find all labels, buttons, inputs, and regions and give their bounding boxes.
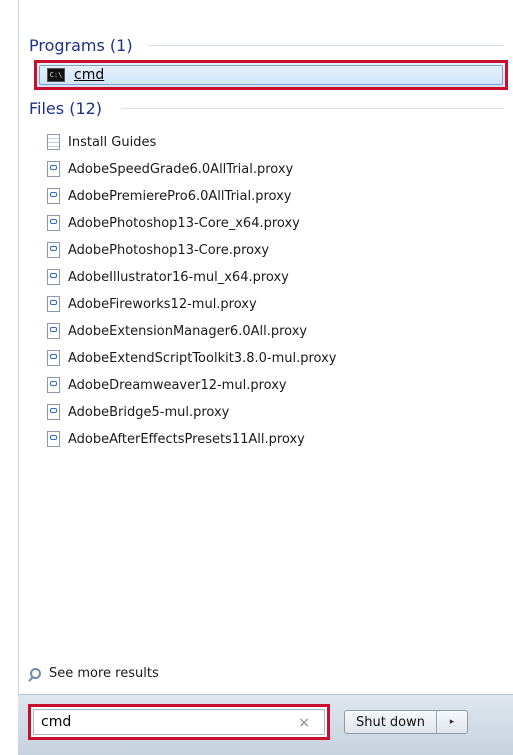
file-item[interactable]: AdobeExtensionManager6.0All.proxy bbox=[47, 320, 307, 342]
see-more-results-link[interactable]: See more results bbox=[30, 662, 159, 684]
file-item[interactable]: AdobeDreamweaver12-mul.proxy bbox=[47, 374, 287, 396]
file-item-label: Install Guides bbox=[68, 134, 157, 150]
file-item-label: AdobeExtensionManager6.0All.proxy bbox=[68, 323, 308, 339]
see-more-results-label: See more results bbox=[49, 665, 159, 681]
document-icon bbox=[47, 134, 60, 150]
shutdown-button-group: Shut down ▸ bbox=[344, 710, 468, 734]
search-icon bbox=[30, 667, 41, 679]
file-item[interactable]: AdobeIllustrator16-mul_x64.proxy bbox=[47, 266, 289, 288]
search-field: × bbox=[33, 709, 325, 735]
file-item-label: AdobeSpeedGrade6.0AllTrial.proxy bbox=[68, 161, 294, 177]
file-item-install-guides[interactable]: Install Guides bbox=[47, 131, 156, 153]
file-item-label: AdobeBridge5-mul.proxy bbox=[68, 404, 230, 420]
file-item[interactable]: AdobeExtendScriptToolkit3.8.0-mul.proxy bbox=[47, 347, 336, 369]
cmd-icon: C:\ bbox=[47, 68, 65, 82]
search-input[interactable] bbox=[34, 713, 283, 731]
file-item[interactable]: AdobeAfterEffectsPresets11All.proxy bbox=[47, 428, 305, 450]
proxy-file-icon bbox=[47, 323, 60, 339]
proxy-file-icon bbox=[47, 215, 60, 231]
program-item-highlight: C:\ cmd bbox=[39, 65, 503, 85]
file-item[interactable]: AdobePhotoshop13-Core.proxy bbox=[47, 239, 269, 261]
file-item-label: AdobeExtendScriptToolkit3.8.0-mul.proxy bbox=[68, 350, 337, 366]
proxy-file-icon bbox=[47, 377, 60, 393]
proxy-file-icon bbox=[47, 188, 60, 204]
programs-header: Programs (1) bbox=[29, 34, 504, 56]
file-item[interactable]: AdobeFireworks12-mul.proxy bbox=[47, 293, 257, 315]
proxy-file-icon bbox=[47, 431, 60, 447]
file-item-label: AdobePhotoshop13-Core_x64.proxy bbox=[68, 215, 300, 231]
file-item-label: AdobePremierePro6.0AllTrial.proxy bbox=[68, 188, 292, 204]
program-item-label: cmd bbox=[74, 67, 105, 83]
file-item-label: AdobeFireworks12-mul.proxy bbox=[68, 296, 257, 312]
file-item[interactable]: AdobeBridge5-mul.proxy bbox=[47, 401, 229, 423]
file-item[interactable]: AdobePhotoshop13-Core_x64.proxy bbox=[47, 212, 300, 234]
files-header-label: Files (12) bbox=[29, 98, 103, 118]
proxy-file-icon bbox=[47, 242, 60, 258]
proxy-file-icon bbox=[47, 296, 60, 312]
proxy-file-icon bbox=[47, 161, 60, 177]
files-header: Files (12) bbox=[29, 97, 504, 119]
search-box: × bbox=[28, 704, 330, 740]
programs-divider bbox=[147, 45, 504, 46]
clear-search-icon[interactable]: × bbox=[298, 715, 310, 731]
file-item-label: AdobeDreamweaver12-mul.proxy bbox=[68, 377, 287, 393]
shutdown-button[interactable]: Shut down bbox=[345, 711, 437, 733]
file-item[interactable]: AdobeSpeedGrade6.0AllTrial.proxy bbox=[47, 158, 293, 180]
programs-header-label: Programs (1) bbox=[29, 35, 133, 55]
program-item-cmd[interactable]: C:\ cmd bbox=[34, 60, 508, 90]
file-item-label: AdobeAfterEffectsPresets11All.proxy bbox=[68, 431, 305, 447]
proxy-file-icon bbox=[47, 350, 60, 366]
shutdown-options-arrow-icon[interactable]: ▸ bbox=[437, 711, 467, 733]
proxy-file-icon bbox=[47, 269, 60, 285]
files-divider bbox=[121, 108, 504, 109]
file-item-label: AdobeIllustrator16-mul_x64.proxy bbox=[68, 269, 289, 285]
file-item-label: AdobePhotoshop13-Core.proxy bbox=[68, 242, 270, 258]
proxy-file-icon bbox=[47, 404, 60, 420]
file-item[interactable]: AdobePremierePro6.0AllTrial.proxy bbox=[47, 185, 291, 207]
